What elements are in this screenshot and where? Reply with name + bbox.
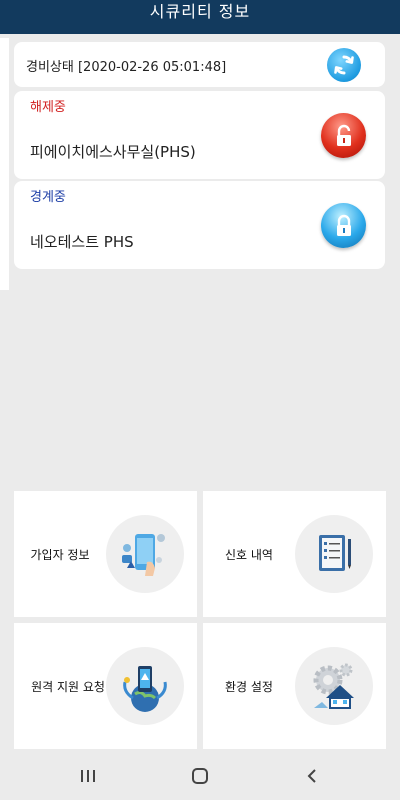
refresh-icon bbox=[334, 55, 354, 75]
lock-button[interactable] bbox=[321, 203, 366, 248]
site-card-neotest[interactable]: 경계중 네오테스트 PHS bbox=[14, 181, 385, 269]
back-chevron-icon bbox=[307, 769, 316, 783]
menu-subscriber-info[interactable]: 가입자 정보 bbox=[14, 491, 197, 617]
menu-settings[interactable]: 환경 설정 bbox=[203, 623, 386, 749]
clipboard-list-icon bbox=[295, 515, 373, 593]
home-button[interactable] bbox=[180, 764, 220, 788]
menu-label: 가입자 정보 bbox=[30, 548, 90, 562]
site-name: 네오테스트 PHS bbox=[30, 233, 134, 251]
page-header: 시큐리티 정보 bbox=[0, 0, 400, 34]
site-name: 피에이치에스사무실(PHS) bbox=[30, 143, 196, 161]
recent-apps-button[interactable] bbox=[68, 764, 108, 788]
disarmed-status-label: 해제중 bbox=[30, 100, 66, 115]
gear-house-icon bbox=[295, 647, 373, 725]
menu-label: 신호 내역 bbox=[225, 548, 273, 562]
phone-profile-icon bbox=[106, 515, 184, 593]
side-panel-edge bbox=[0, 38, 9, 290]
security-status-text: 경비상태 [2020-02-26 05:01:48] bbox=[26, 60, 227, 75]
system-nav-bar bbox=[0, 752, 400, 800]
locked-padlock-icon bbox=[336, 214, 351, 236]
security-status-card: 경비상태 [2020-02-26 05:01:48] bbox=[14, 42, 385, 87]
site-card-phs-office[interactable]: 해제중 피에이치에스사무실(PHS) bbox=[14, 91, 385, 179]
recent-apps-icon bbox=[81, 770, 95, 782]
menu-label: 환경 설정 bbox=[225, 680, 273, 694]
home-icon bbox=[192, 768, 208, 784]
unlocked-padlock-icon bbox=[336, 124, 351, 146]
unlock-button[interactable] bbox=[321, 113, 366, 158]
remote-support-phone-icon bbox=[106, 647, 184, 725]
back-button[interactable] bbox=[292, 764, 332, 788]
page-title: 시큐리티 정보 bbox=[149, 2, 251, 21]
refresh-button[interactable] bbox=[327, 48, 361, 82]
menu-signal-history[interactable]: 신호 내역 bbox=[203, 491, 386, 617]
armed-status-label: 경계중 bbox=[30, 190, 66, 205]
menu-remote-support[interactable]: 원격 지원 요청 bbox=[14, 623, 197, 749]
menu-label: 원격 지원 요청 bbox=[31, 680, 105, 694]
